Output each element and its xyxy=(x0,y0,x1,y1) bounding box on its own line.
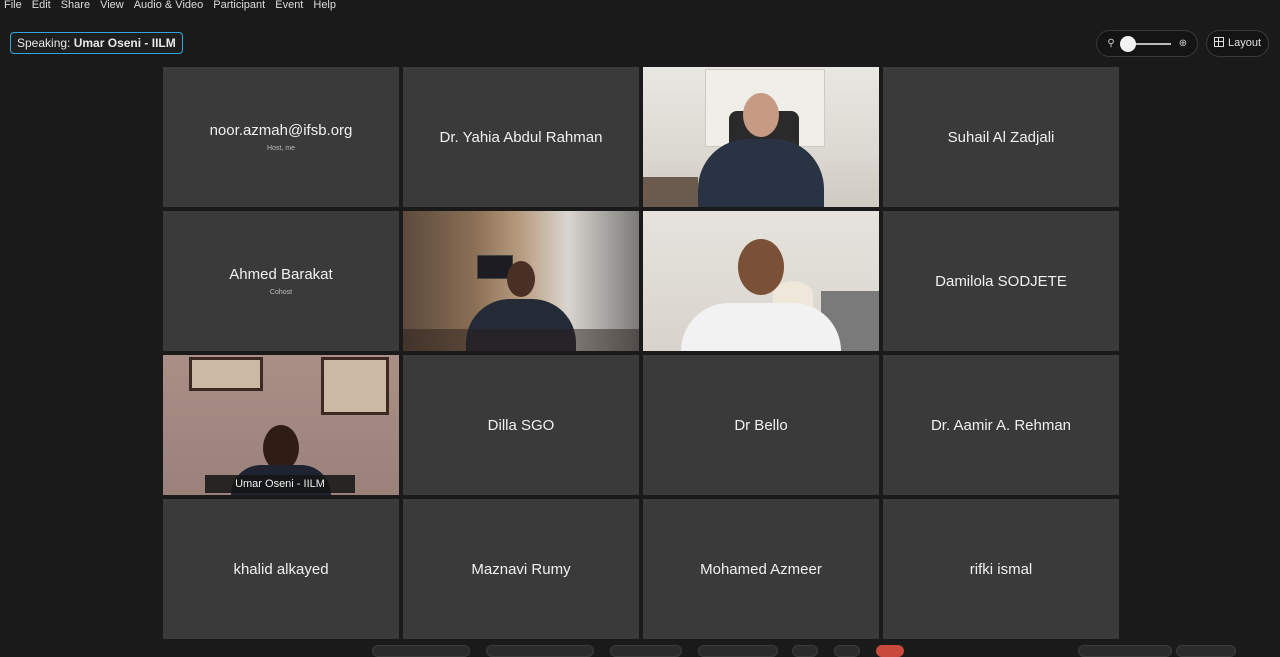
participant-video-tile[interactable] xyxy=(403,211,639,351)
person-head xyxy=(507,261,535,297)
menu-bar: File Edit Share View Audio & Video Parti… xyxy=(0,0,346,12)
toolbar-button[interactable] xyxy=(372,645,470,657)
speaking-name: Umar Oseni - IILM xyxy=(73,36,176,50)
wall-picture xyxy=(189,357,263,391)
participant-tile[interactable]: noor.azmah@ifsb.org Host, me xyxy=(163,67,399,207)
participant-tile[interactable]: Dr Bello xyxy=(643,355,879,495)
participant-tile[interactable]: rifki ismal xyxy=(883,499,1119,639)
participant-name: rifki ismal xyxy=(969,560,1033,578)
participant-name: Dr. Yahia Abdul Rahman xyxy=(439,128,603,146)
participant-video-tile[interactable] xyxy=(643,211,879,351)
participant-tile[interactable]: Suhail Al Zadjali xyxy=(883,67,1119,207)
menu-file[interactable]: File xyxy=(4,0,22,12)
toolbar-button[interactable] xyxy=(698,645,778,657)
video-grid: noor.azmah@ifsb.org Host, me Dr. Yahia A… xyxy=(163,67,1119,639)
active-speaker-tile[interactable]: Umar Oseni - IILM xyxy=(163,355,399,495)
participant-tile[interactable]: Dr. Yahia Abdul Rahman xyxy=(403,67,639,207)
participant-tile[interactable]: Dilla SGO xyxy=(403,355,639,495)
layout-label: Layout xyxy=(1227,37,1262,49)
menu-share[interactable]: Share xyxy=(61,0,90,12)
toolbar-button[interactable] xyxy=(610,645,682,657)
participant-tile[interactable]: Damilola SODJETE xyxy=(883,211,1119,351)
participant-tile[interactable]: Maznavi Rumy xyxy=(403,499,639,639)
participant-tile[interactable]: Mohamed Azmeer xyxy=(643,499,879,639)
zoom-slider-thumb[interactable] xyxy=(1119,35,1136,52)
menu-participant[interactable]: Participant xyxy=(213,0,265,12)
participant-name: khalid alkayed xyxy=(233,560,329,578)
video-feed xyxy=(163,355,399,495)
video-feed xyxy=(403,211,639,351)
speaker-name-tag: Umar Oseni - IILM xyxy=(205,475,355,493)
participant-name: Suhail Al Zadjali xyxy=(947,128,1055,146)
toolbar-button[interactable] xyxy=(1176,645,1236,657)
participant-video-tile[interactable] xyxy=(643,67,879,207)
layout-grid-icon xyxy=(1213,37,1224,47)
participant-name: Maznavi Rumy xyxy=(471,560,571,578)
leave-button[interactable] xyxy=(876,645,904,657)
speaking-label: Speaking: xyxy=(17,36,71,50)
participant-role: Cohost xyxy=(269,289,293,296)
participant-name: Dr. Aamir A. Rehman xyxy=(930,416,1072,434)
table xyxy=(403,329,639,351)
zoom-slider[interactable] xyxy=(1119,35,1171,52)
participant-tile[interactable]: Dr. Aamir A. Rehman xyxy=(883,355,1119,495)
person-body xyxy=(681,303,841,351)
menu-view[interactable]: View xyxy=(100,0,124,12)
participant-name: Ahmed Barakat xyxy=(229,266,333,283)
participant-name: Mohamed Azmeer xyxy=(700,560,822,578)
menu-edit[interactable]: Edit xyxy=(32,0,51,12)
toolbar-button[interactable] xyxy=(792,645,818,657)
desk xyxy=(643,177,698,207)
participant-tile[interactable]: Ahmed Barakat Cohost xyxy=(163,211,399,351)
zoom-out-icon[interactable]: ⚲ xyxy=(1105,38,1117,49)
participant-name: noor.azmah@ifsb.org xyxy=(209,122,353,139)
speaking-indicator[interactable]: Speaking: Umar Oseni - IILM xyxy=(10,32,183,54)
menu-audio-video[interactable]: Audio & Video xyxy=(134,0,204,12)
zoom-control: ⚲ ⊕ xyxy=(1096,30,1198,57)
zoom-in-icon[interactable]: ⊕ xyxy=(1177,38,1189,49)
toolbar-button[interactable] xyxy=(1078,645,1172,657)
participant-name: Dilla SGO xyxy=(487,416,555,434)
person-head xyxy=(738,239,784,295)
video-feed xyxy=(643,67,879,207)
participant-name: Dr Bello xyxy=(734,416,788,434)
participant-role: Host, me xyxy=(266,145,295,152)
participant-name: Damilola SODJETE xyxy=(935,272,1067,290)
wall-picture xyxy=(321,357,389,415)
video-feed xyxy=(643,211,879,351)
layout-button[interactable]: Layout xyxy=(1206,30,1269,57)
person-head xyxy=(743,93,779,137)
person-body xyxy=(698,139,824,207)
toolbar-button[interactable] xyxy=(486,645,594,657)
toolbar-button[interactable] xyxy=(834,645,860,657)
menu-event[interactable]: Event xyxy=(275,0,303,12)
menu-help[interactable]: Help xyxy=(313,0,336,12)
participant-tile[interactable]: khalid alkayed xyxy=(163,499,399,639)
